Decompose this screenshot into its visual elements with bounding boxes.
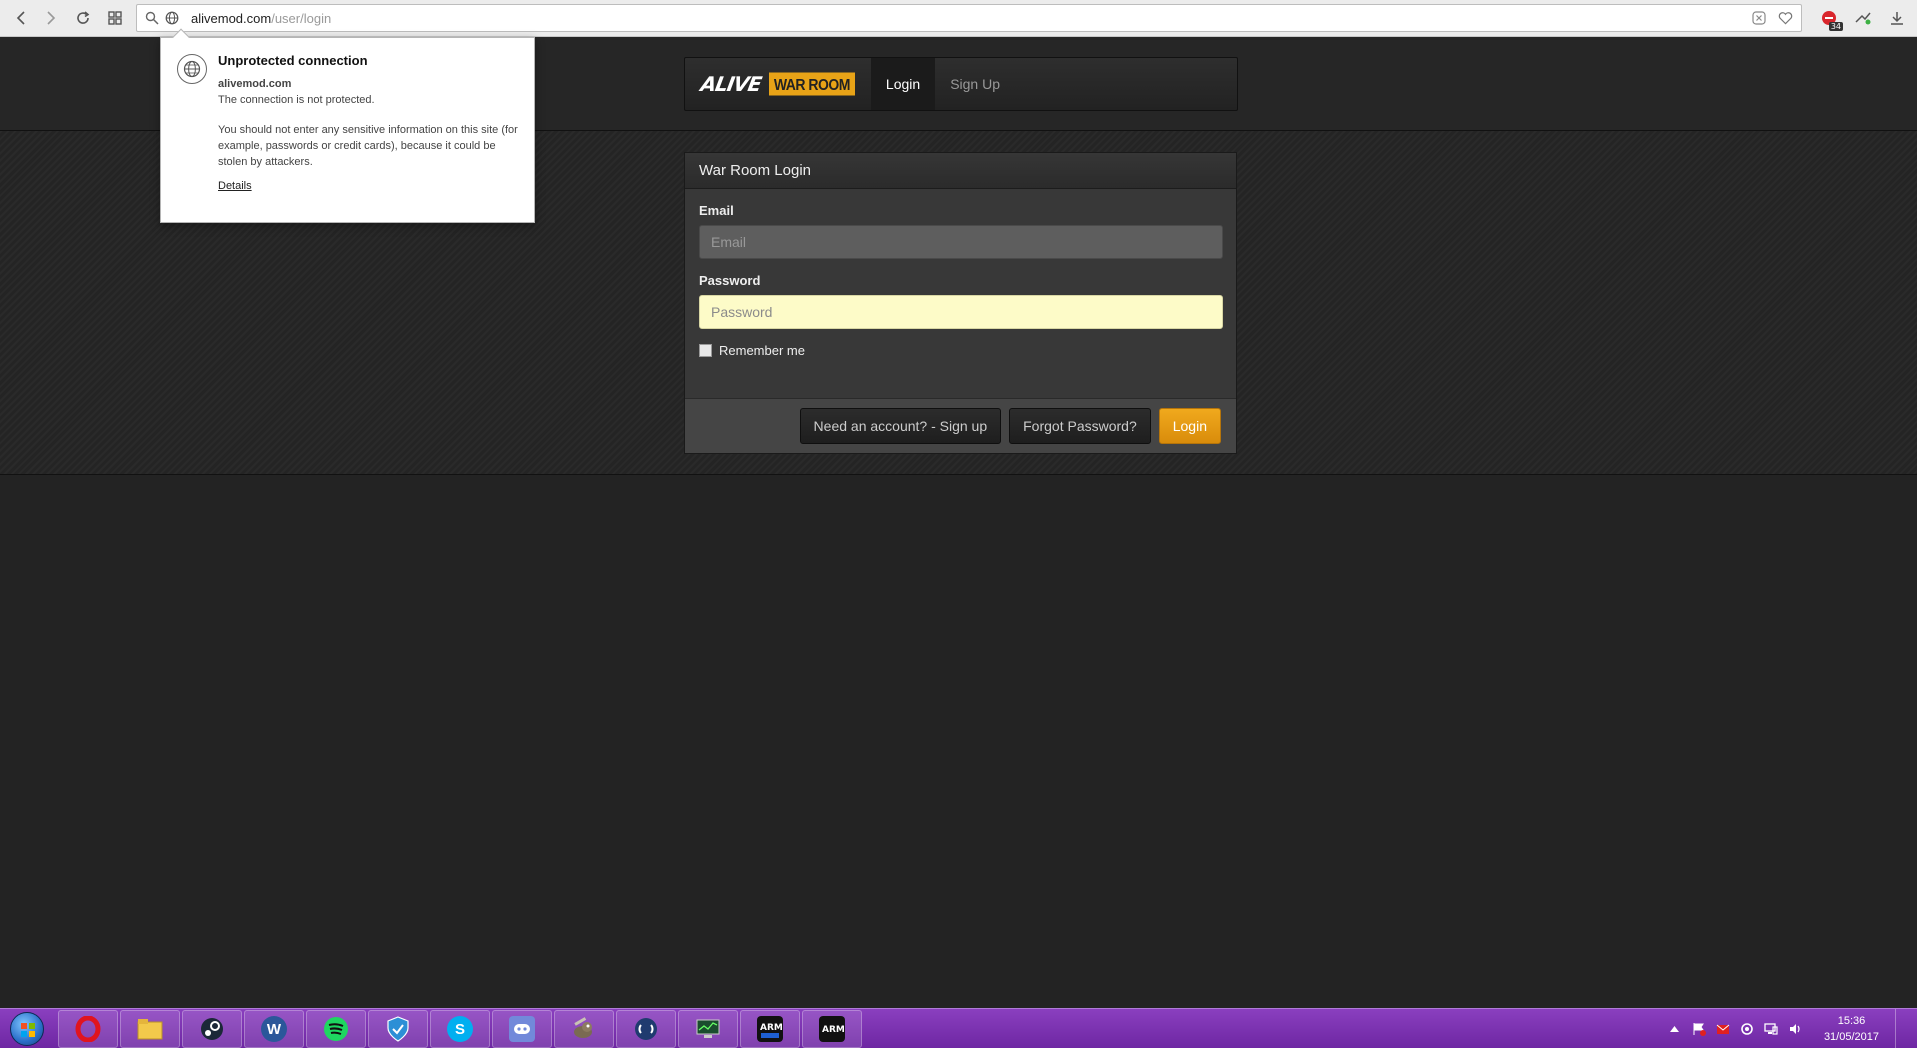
search-icon [143, 9, 161, 27]
url-path: /user/login [271, 10, 332, 26]
url-host: alivemod.com [191, 10, 272, 26]
url-text[interactable]: alivemod.com/user/login [191, 11, 331, 26]
start-button[interactable] [4, 1011, 49, 1047]
download-icon[interactable] [1887, 8, 1907, 28]
popup-warning: You should not enter any sensitive infor… [218, 124, 518, 168]
email-label: Email [699, 203, 734, 218]
shield-icon [385, 1016, 411, 1042]
back-arrow-icon [16, 11, 25, 25]
speed-dial-button[interactable] [102, 5, 128, 31]
opera-icon [75, 1016, 101, 1042]
show-hidden-icons[interactable] [1668, 1022, 1682, 1036]
popup-details-link[interactable]: Details [218, 180, 252, 192]
taskbar: W S ARMA ARMA 15:36 31/05/2017 [0, 1008, 1917, 1048]
panel-footer: Need an account? - Sign up Forgot Passwo… [685, 398, 1236, 453]
forward-arrow-icon [47, 11, 56, 25]
site-navbar: ALIVE WAR ROOM Login Sign Up [684, 57, 1238, 111]
taskbar-file-explorer[interactable] [120, 1010, 180, 1048]
nav-signup-link[interactable]: Sign Up [935, 58, 1015, 110]
monitor-icon [695, 1016, 721, 1042]
adblock-extension-icon[interactable]: 34 [1819, 8, 1843, 31]
panel-heading: War Room Login [685, 153, 1236, 189]
steam-icon [199, 1016, 225, 1042]
taskbar-discord[interactable] [492, 1010, 552, 1048]
password-field[interactable]: Password [699, 295, 1223, 329]
clock-date: 31/05/2017 [1823, 1031, 1879, 1043]
popup-title: Unprotected connection [218, 53, 368, 68]
volume-icon[interactable] [1788, 1022, 1802, 1036]
system-tray: 15:36 31/05/2017 [1668, 1009, 1907, 1048]
skype-icon: S [447, 1016, 473, 1042]
address-bar[interactable]: alivemod.com/user/login [136, 4, 1802, 32]
globe-icon[interactable] [163, 9, 181, 27]
taskbar-arma3sync[interactable]: ARMA [740, 1010, 800, 1048]
login-panel: War Room Login Email Email Password Pass… [684, 152, 1237, 454]
popup-status: The connection is not protected. [218, 94, 375, 106]
forward-button[interactable] [38, 5, 64, 31]
security-popup: Unprotected connection alivemod.com The … [160, 28, 535, 223]
forgot-password-button[interactable]: Forgot Password? [1009, 408, 1151, 444]
mail-notification-icon[interactable] [1716, 1022, 1730, 1036]
spotify-icon [323, 1016, 349, 1042]
nav-login-link[interactable]: Login [870, 58, 936, 110]
svg-text:ARMA: ARMA [760, 1023, 782, 1033]
password-label: Password [699, 273, 761, 288]
clear-icon[interactable] [1751, 10, 1767, 26]
teamspeak-icon [633, 1016, 659, 1042]
arma3-icon: ARMA [819, 1016, 845, 1042]
popup-domain: alivemod.com [218, 78, 292, 90]
gimp-icon [571, 1016, 597, 1042]
show-desktop-button[interactable] [1895, 1009, 1907, 1048]
alive-logo: ALIVE [698, 72, 763, 96]
taskbar-arma3[interactable]: ARMA [802, 1010, 862, 1048]
remember-me-label[interactable]: Remember me [719, 343, 805, 358]
taskbar-gimp[interactable] [554, 1010, 614, 1048]
remember-me-checkbox[interactable] [699, 344, 712, 357]
taskbar-steam[interactable] [182, 1010, 242, 1048]
clock-time: 15:36 [1837, 1015, 1866, 1027]
email-field[interactable]: Email [699, 225, 1223, 259]
site-logo[interactable]: ALIVE WAR ROOM [698, 72, 855, 96]
w-icon: W [261, 1016, 287, 1042]
windows-logo-icon [9, 1012, 44, 1046]
network-icon[interactable] [1764, 1022, 1778, 1036]
browser-toolbar: alivemod.com/user/login 34 [0, 0, 1917, 37]
discord-icon [509, 1016, 535, 1042]
taskbar-security-shield[interactable] [368, 1010, 428, 1048]
taskbar-opera[interactable] [58, 1010, 118, 1048]
vpn-extension-icon[interactable] [1853, 8, 1873, 28]
grid-icon [108, 11, 122, 25]
taskbar-items: W S ARMA ARMA [58, 1010, 862, 1048]
taskbar-clock[interactable]: 15:36 31/05/2017 [1824, 1013, 1879, 1045]
extension-badge: 34 [1828, 22, 1843, 31]
signup-button[interactable]: Need an account? - Sign up [799, 408, 1002, 444]
taskbar-teamspeak[interactable] [616, 1010, 676, 1048]
reload-icon [77, 11, 90, 24]
taskbar-skype[interactable]: S [430, 1010, 490, 1048]
folder-icon [137, 1016, 163, 1042]
taskbar-system-monitor[interactable] [678, 1010, 738, 1048]
arma3sync-icon: ARMA [757, 1016, 783, 1042]
remember-me: Remember me [699, 343, 1222, 358]
svg-text:ARMA: ARMA [822, 1025, 844, 1035]
globe-icon [177, 54, 207, 84]
action-center-flag-icon[interactable] [1692, 1022, 1706, 1036]
reload-button[interactable] [70, 5, 96, 31]
back-button[interactable] [8, 5, 34, 31]
taskbar-spotify[interactable] [306, 1010, 366, 1048]
login-button[interactable]: Login [1158, 408, 1221, 444]
sync-tray-icon[interactable] [1740, 1022, 1754, 1036]
taskbar-wordpad[interactable]: W [244, 1010, 304, 1048]
heart-icon[interactable] [1777, 10, 1793, 26]
war-room-badge: WAR ROOM [768, 72, 855, 96]
